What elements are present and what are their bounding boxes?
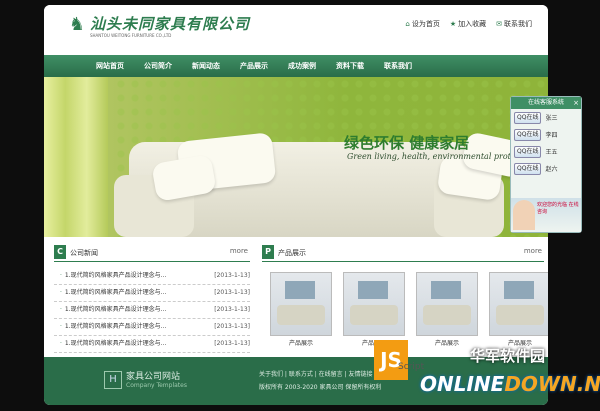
news-item[interactable]: · 1.现代简约风格家具产品设计理念与... [2013-1-13] — [54, 336, 250, 353]
agent-avatar — [513, 200, 535, 230]
home-icon: ⌂ — [405, 20, 410, 28]
product-image[interactable] — [489, 272, 548, 336]
nav-item-about[interactable]: 公司简介 — [144, 55, 172, 77]
nav-item-news[interactable]: 新闻动态 — [192, 55, 220, 77]
news-badge: C — [54, 245, 66, 259]
products-more-link[interactable]: more — [524, 247, 542, 255]
qq-panel-header: 在线客服系统 × — [511, 97, 581, 109]
news-section: C 公司新闻 more · 1.现代简约风格家具产品设计理念与... [2013-1… — [54, 245, 250, 357]
star-icon: ★ — [449, 20, 457, 28]
product-card[interactable]: 产品展示 — [416, 272, 478, 347]
news-item[interactable]: · 1.现代简约风格家具产品设计理念与... [2013-1-13] — [54, 268, 250, 285]
nav-item-cases[interactable]: 成功案例 — [288, 55, 316, 77]
bullet-icon: · — [60, 289, 62, 296]
site-title[interactable]: 汕头未同家具有限公司 — [90, 13, 250, 34]
qq-chat-button[interactable]: QQ在线 — [514, 145, 542, 158]
news-section-header: C 公司新闻 more — [54, 245, 250, 262]
watermark-cn: 华军软件园 — [470, 347, 546, 365]
qq-row: QQ在线 张三 — [511, 109, 581, 126]
news-more-link[interactable]: more — [230, 247, 248, 255]
close-icon[interactable]: × — [573, 97, 579, 109]
nav-item-contact[interactable]: 联系我们 — [384, 55, 412, 77]
footer-logo-icon: H — [104, 371, 122, 389]
qq-chat-button[interactable]: QQ在线 — [514, 162, 542, 175]
curtain-image — [44, 77, 108, 237]
qq-message: 欢迎您的光临 在线咨询 — [537, 202, 579, 215]
js-watermark-logo: JS — [374, 340, 408, 380]
horse-logo-icon[interactable]: ♞ — [66, 14, 88, 36]
product-card[interactable]: 产品展示 — [343, 272, 405, 347]
footer-links[interactable]: 关于我们 | 联系方式 | 在线留言 | 友情链接 — [259, 369, 373, 378]
footer-copyright: 版权所有 2003-2020 家具公司 保留所有权利 — [259, 384, 382, 391]
bullet-icon: · — [60, 272, 62, 279]
qq-chat-button[interactable]: QQ在线 — [514, 128, 542, 141]
contact-link[interactable]: ✉ 联系我们 — [496, 19, 532, 29]
bullet-icon: · — [60, 323, 62, 330]
qq-agent-name: 赵六 — [545, 166, 558, 173]
banner-title: 绿色环保 健康家居 — [344, 134, 470, 152]
header: ♞ 汕头未同家具有限公司 SHANTOU WEITONG FURNITURE C… — [44, 5, 548, 47]
news-item[interactable]: · 1.现代简约风格家具产品设计理念与... [2013-1-13] — [54, 285, 250, 302]
site-subtitle: SHANTOU WEITONG FURNITURE CO.,LTD — [90, 33, 172, 38]
add-favorite-link[interactable]: ★ 加入收藏 — [450, 19, 486, 29]
product-caption[interactable]: 产品展示 — [270, 338, 332, 347]
qq-agent-card: 欢迎您的光临 在线咨询 — [511, 198, 581, 232]
top-links: ⌂ 设为首页 ★ 加入收藏 ✉ 联系我们 — [405, 19, 532, 29]
qq-agent-name: 张三 — [545, 115, 558, 122]
product-card[interactable]: 产品展示 — [270, 272, 332, 347]
products-section-header: P 产品展示 more — [262, 245, 544, 262]
nav-item-products[interactable]: 产品展示 — [240, 55, 268, 77]
qq-service-panel: 在线客服系统 × QQ在线 张三 QQ在线 李四 QQ在线 王五 QQ在线 赵六 欢迎您… — [510, 96, 582, 233]
product-image[interactable] — [270, 272, 332, 336]
bullet-icon: · — [60, 306, 62, 313]
product-image[interactable] — [343, 272, 405, 336]
qq-agent-name: 王五 — [545, 149, 558, 156]
footer-tagline: Company Templates — [126, 382, 187, 389]
product-caption[interactable]: 产品展示 — [416, 338, 478, 347]
main-nav: 网站首页 公司简介 新闻动态 产品展示 成功案例 资料下载 联系我们 — [44, 55, 548, 77]
footer-site-name: 家具公司网站 — [126, 372, 181, 382]
nav-item-downloads[interactable]: 资料下载 — [336, 55, 364, 77]
product-image[interactable] — [416, 272, 478, 336]
products-section-title: 产品展示 — [278, 249, 306, 257]
watermark-en: ONLINEDOWN.NET — [420, 372, 600, 396]
product-card[interactable]: 产品展示 — [489, 272, 548, 347]
news-list: · 1.现代简约风格家具产品设计理念与... [2013-1-13] · 1.现代简约… — [54, 268, 250, 353]
product-thumbnails: 产品展示 产品展示 产品展示 产品展示 — [262, 272, 548, 347]
mail-icon: ✉ — [496, 20, 502, 28]
set-home-link[interactable]: ⌂ 设为首页 — [405, 19, 439, 29]
news-section-title: 公司新闻 — [70, 249, 98, 257]
qq-agent-name: 李四 — [545, 132, 558, 139]
products-badge: P — [262, 245, 274, 259]
qq-row: QQ在线 王五 — [511, 143, 581, 160]
qq-row: QQ在线 李四 — [511, 126, 581, 143]
banner-subtitle: Green living, health, environmental prot… — [347, 152, 536, 161]
hero-banner: 绿色环保 健康家居 Green living, health, environm… — [44, 77, 548, 237]
nav-item-home[interactable]: 网站首页 — [96, 55, 124, 77]
script-watermark-text: Script — [398, 362, 425, 372]
news-item[interactable]: · 1.现代简约风格家具产品设计理念与... [2013-1-13] — [54, 319, 250, 336]
qq-row: QQ在线 赵六 — [511, 160, 581, 177]
bullet-icon: · — [60, 340, 62, 347]
qq-chat-button[interactable]: QQ在线 — [514, 111, 542, 124]
news-item[interactable]: · 1.现代简约风格家具产品设计理念与... [2013-1-13] — [54, 302, 250, 319]
qq-panel-title: 在线客服系统 — [527, 99, 564, 106]
